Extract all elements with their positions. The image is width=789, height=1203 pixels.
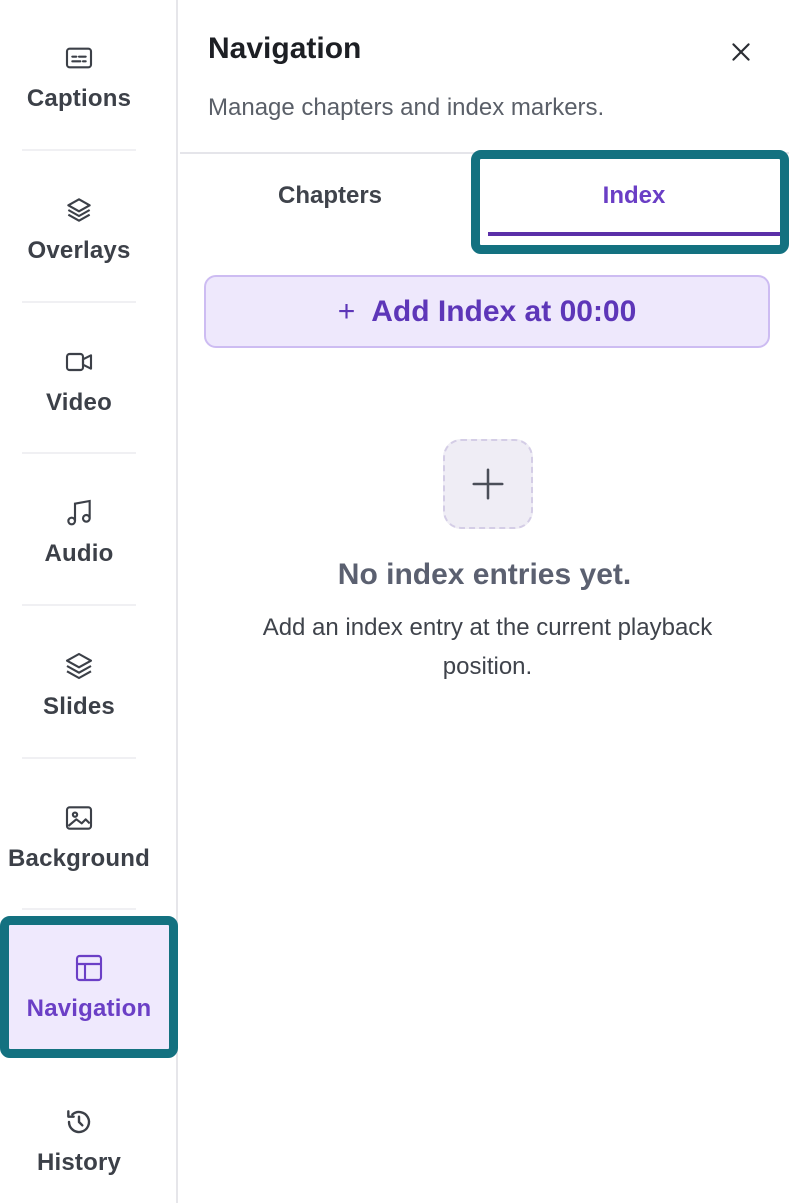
- tab-index[interactable]: Index: [488, 156, 780, 236]
- sidebar-item-label: Navigation: [26, 995, 152, 1022]
- sidebar-item-label: Audio: [44, 540, 114, 567]
- video-camera-icon: [62, 345, 96, 379]
- panel-title: Navigation: [208, 32, 362, 65]
- layout-icon: [72, 951, 106, 985]
- sidebar-item-navigation[interactable]: Navigation: [0, 916, 178, 1058]
- close-icon: [728, 39, 754, 65]
- sidebar-item-slides[interactable]: Slides: [0, 630, 158, 740]
- slides-stack-icon: [62, 649, 96, 683]
- history-icon: [62, 1105, 96, 1139]
- sidebar-divider: [22, 149, 136, 151]
- empty-state-description: Add an index entry at the current playba…: [262, 614, 713, 680]
- captions-icon: [62, 41, 96, 75]
- sidebar-item-label: Slides: [43, 693, 115, 720]
- add-index-button[interactable]: + Add Index at 00:00: [204, 275, 770, 348]
- close-button[interactable]: [723, 34, 759, 70]
- sidebar-item-background[interactable]: Background: [0, 782, 158, 892]
- sidebar-item-captions[interactable]: Captions: [0, 22, 158, 132]
- sidebar-item-label: History: [36, 1149, 122, 1176]
- sidebar-item-label: Overlays: [27, 237, 131, 264]
- header-divider: [180, 152, 789, 154]
- sidebar-item-video[interactable]: Video: [0, 326, 158, 436]
- panel-subtitle: Manage chapters and index markers.: [208, 94, 605, 121]
- empty-state-title: No index entries yet.: [337, 558, 632, 591]
- active-tab-indicator: [488, 232, 780, 236]
- sidebar-item-overlays[interactable]: Overlays: [0, 174, 158, 284]
- sidebar-item-label: Background: [7, 845, 150, 872]
- sidebar-divider: [22, 301, 136, 303]
- sidebar-divider: [22, 757, 136, 759]
- sidebar-item-label: Video: [46, 389, 112, 416]
- sidebar-divider: [22, 452, 136, 454]
- add-index-label: Add Index at 00:00: [371, 294, 637, 328]
- sidebar-divider: [22, 908, 136, 910]
- sidebar-item-history[interactable]: History: [0, 1086, 158, 1196]
- empty-state-plus-icon: [443, 439, 533, 529]
- music-note-icon: [62, 496, 96, 530]
- image-icon: [62, 801, 96, 835]
- add-plus-symbol: +: [337, 294, 356, 328]
- sidebar: Captions Overlays Video Audio Slides Bac…: [0, 0, 178, 1203]
- sidebar-item-label: Captions: [26, 85, 132, 112]
- sidebar-item-audio[interactable]: Audio: [0, 477, 158, 587]
- sidebar-divider: [22, 604, 136, 606]
- tab-chapters[interactable]: Chapters: [180, 156, 480, 236]
- layers-icon: [62, 193, 96, 227]
